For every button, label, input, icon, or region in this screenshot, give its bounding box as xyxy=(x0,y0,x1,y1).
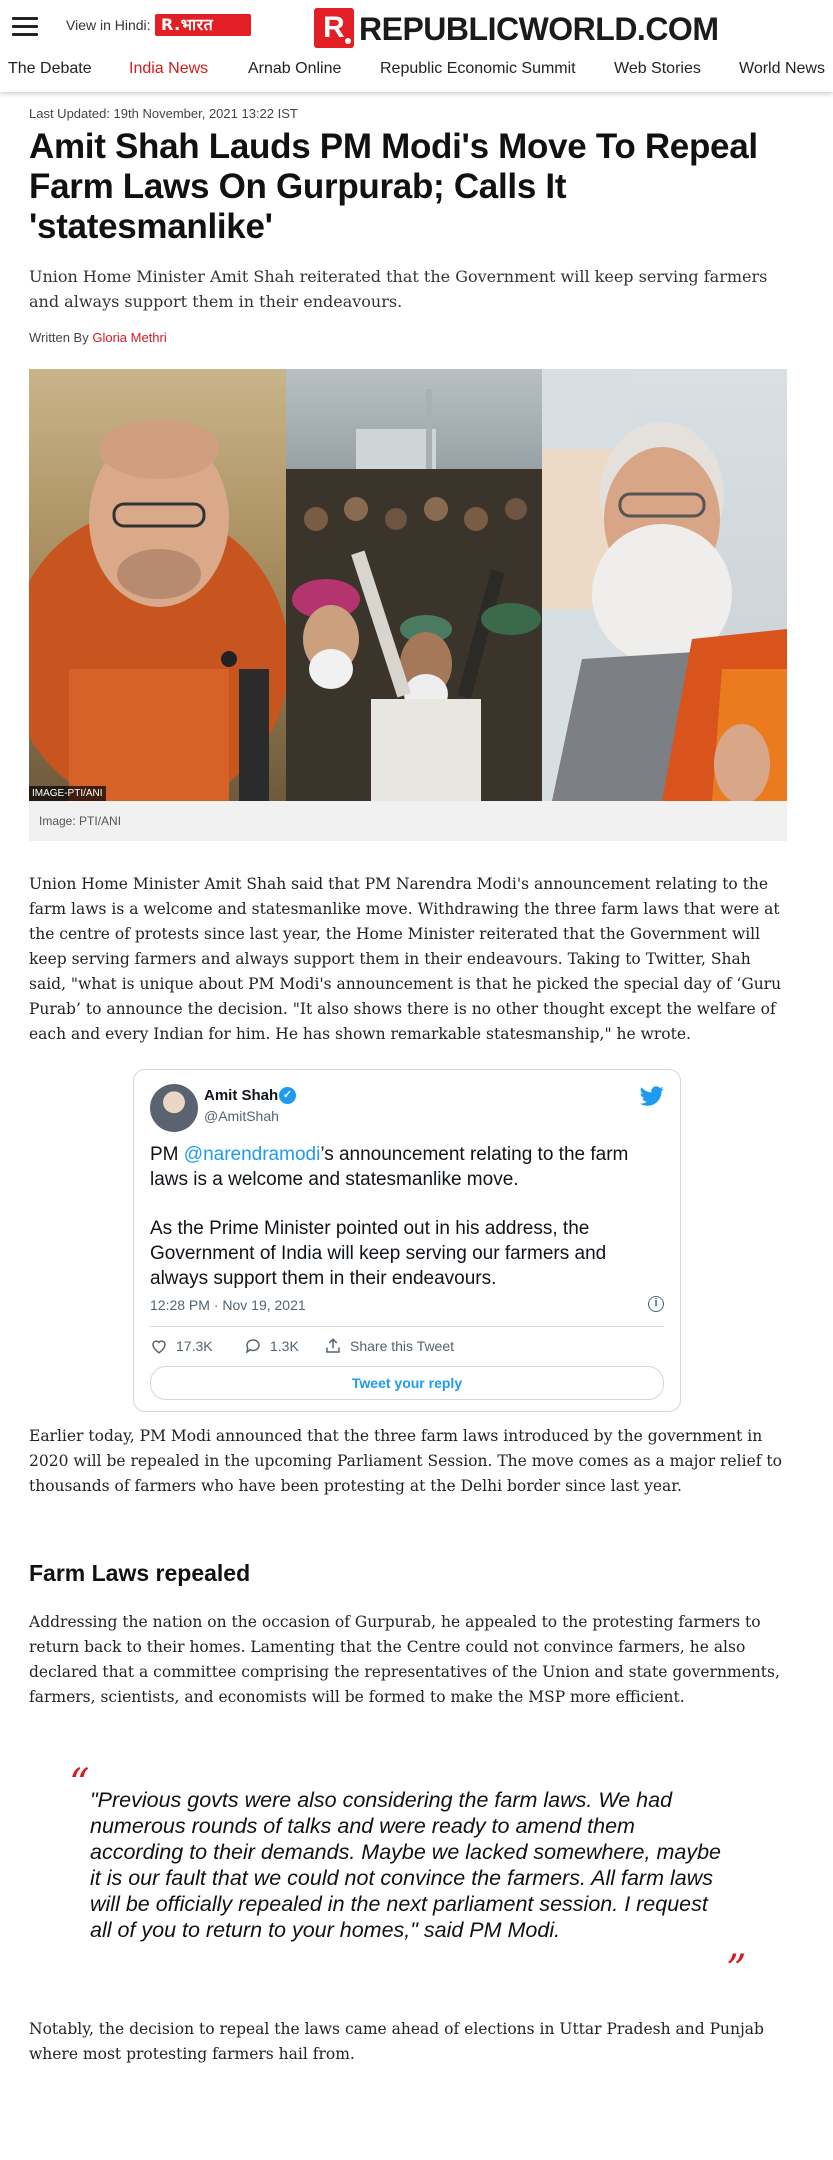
article-paragraph-4: Notably, the decision to repeal the laws… xyxy=(29,2020,764,2063)
comment-icon xyxy=(245,1339,260,1354)
article-paragraph-1: Union Home Minister Amit Shah said that … xyxy=(29,875,782,1043)
tweet-text-2: As the Prime Minister pointed out in his… xyxy=(150,1218,607,1289)
main-nav: The Debate India News Arnab Online Repub… xyxy=(0,56,833,86)
byline: Written By Gloria Methri xyxy=(29,330,167,345)
tweet-avatar[interactable] xyxy=(150,1084,198,1132)
tweet-divider xyxy=(150,1326,664,1327)
nav-item-india-news[interactable]: India News xyxy=(129,60,208,78)
byline-prefix: Written By xyxy=(29,330,89,345)
last-updated-timestamp: Last Updated: 19th November, 2021 13:22 … xyxy=(29,106,298,121)
republic-bharat-logo[interactable]: R.भारत xyxy=(155,14,251,36)
hero-panel-pm-modi xyxy=(542,369,787,801)
twitter-bird-icon[interactable] xyxy=(640,1084,664,1108)
info-icon[interactable]: i xyxy=(648,1296,664,1312)
tweet-text-prefix: PM xyxy=(150,1144,184,1165)
verified-badge-icon: ✓ xyxy=(279,1087,296,1104)
quote-open-mark: “ xyxy=(69,1761,90,1807)
tweet-text-1: PM @narendramodi’s announcement relating… xyxy=(150,1142,650,1192)
tweet-reply-button[interactable]: Tweet your reply xyxy=(150,1366,664,1400)
site-header: View in Hindi: R.भारत R REPUBLICWORLD.CO… xyxy=(0,0,833,92)
brand-mark-letter: R xyxy=(323,11,345,44)
article-standfirst: Union Home Minister Amit Shah reiterated… xyxy=(29,267,768,311)
like-count: 17.3K xyxy=(176,1338,213,1354)
article-headline: Amit Shah Lauds PM Modi's Move To Repeal… xyxy=(29,127,758,246)
tweet-mention-link[interactable]: @narendramodi xyxy=(184,1144,321,1165)
tweet-timestamp[interactable]: 12:28 PM · Nov 19, 2021 xyxy=(150,1297,306,1313)
nav-item-web-stories[interactable]: Web Stories xyxy=(614,60,701,78)
hero-panel-amit-shah xyxy=(29,369,286,801)
menu-icon[interactable] xyxy=(12,17,38,37)
quote-close-mark: ” xyxy=(726,1947,747,1993)
nav-item-the-debate[interactable]: The Debate xyxy=(8,60,92,78)
embedded-tweet[interactable]: Amit Shah ✓ @AmitShah PM @narendramodi’s… xyxy=(133,1069,681,1412)
reply-action[interactable]: 1.3K xyxy=(244,1337,299,1355)
image-credit-tag: IMAGE-PTI/ANI xyxy=(29,786,106,801)
nav-item-arnab-online[interactable]: Arnab Online xyxy=(248,60,341,78)
reply-count: 1.3K xyxy=(270,1338,299,1354)
image-caption: Image: PTI/ANI xyxy=(39,814,122,828)
tweet-author-name[interactable]: Amit Shah xyxy=(204,1087,278,1104)
article-paragraph-3: Addressing the nation on the occasion of… xyxy=(29,1613,780,1706)
heart-icon xyxy=(152,1340,166,1354)
nav-item-republic-economic-summit[interactable]: Republic Economic Summit xyxy=(380,60,576,78)
author-link[interactable]: Gloria Methri xyxy=(92,330,166,345)
republic-logo-icon[interactable]: R xyxy=(314,8,354,48)
like-action[interactable]: 17.3K xyxy=(150,1337,213,1355)
nav-item-world-news[interactable]: World News xyxy=(739,60,825,78)
share-icon xyxy=(326,1338,340,1353)
view-in-hindi-label: View in Hindi: xyxy=(66,17,151,33)
image-caption-bar: Image: PTI/ANI xyxy=(29,801,787,841)
hero-panel-farmers xyxy=(286,369,542,801)
share-tweet-action[interactable]: Share this Tweet xyxy=(324,1337,454,1355)
hero-image: IMAGE-PTI/ANI xyxy=(29,369,787,801)
article-paragraph-2: Earlier today, PM Modi announced that th… xyxy=(29,1427,782,1495)
tweet-author-handle[interactable]: @AmitShah xyxy=(204,1108,279,1124)
share-tweet-label: Share this Tweet xyxy=(350,1338,455,1354)
pull-quote: "Previous govts were also considering th… xyxy=(90,1788,721,1942)
site-brand-name[interactable]: REPUBLICWORLD.COM xyxy=(359,9,719,49)
section-subheading: Farm Laws repealed xyxy=(29,1560,251,1586)
